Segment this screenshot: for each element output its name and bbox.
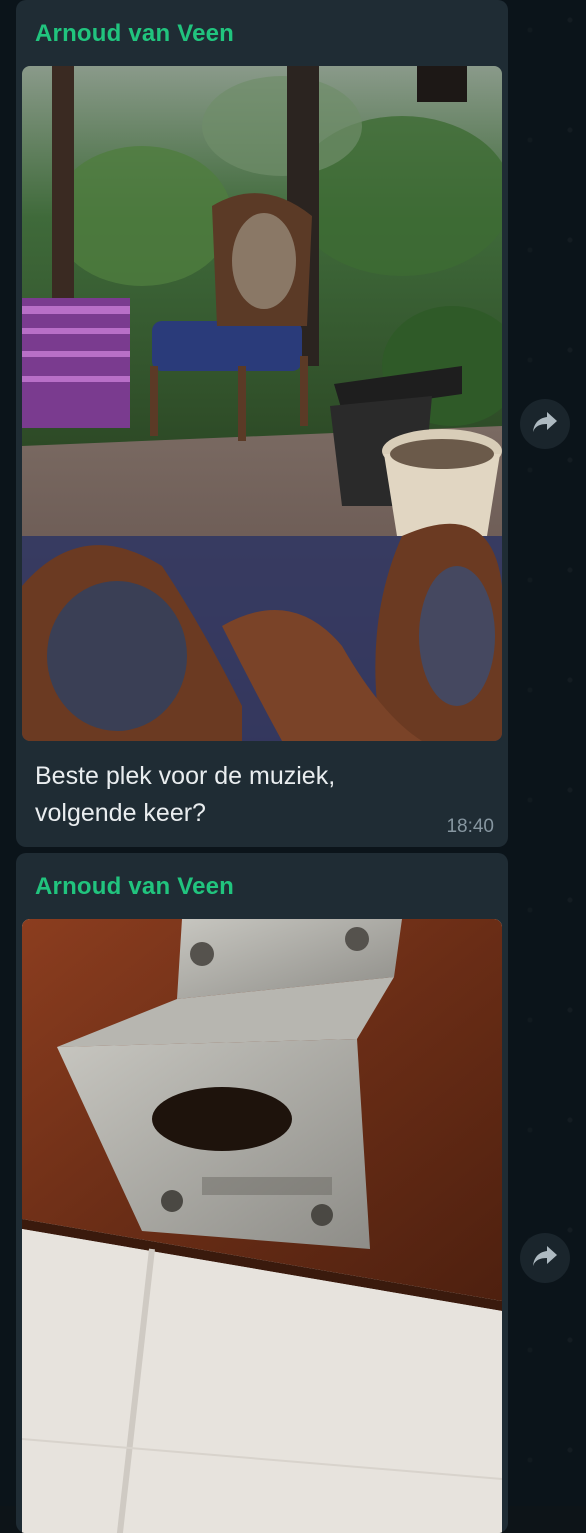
message-photo[interactable]: [22, 66, 502, 741]
forward-button[interactable]: [520, 399, 570, 449]
message-timestamp: 18:40: [446, 816, 494, 837]
message-photo[interactable]: [22, 919, 502, 1533]
forward-icon: [532, 1245, 558, 1272]
message-bubble[interactable]: Arnoud van Veen: [16, 853, 508, 1533]
sender-name[interactable]: Arnoud van Veen: [35, 20, 234, 48]
sender-name[interactable]: Arnoud van Veen: [35, 873, 234, 901]
message-bubble[interactable]: Arnoud van Veen: [16, 0, 508, 847]
forward-button[interactable]: [520, 1233, 570, 1283]
message-caption: Beste plek voor de muziek, volgende keer…: [35, 762, 336, 827]
forward-icon: [532, 411, 558, 438]
